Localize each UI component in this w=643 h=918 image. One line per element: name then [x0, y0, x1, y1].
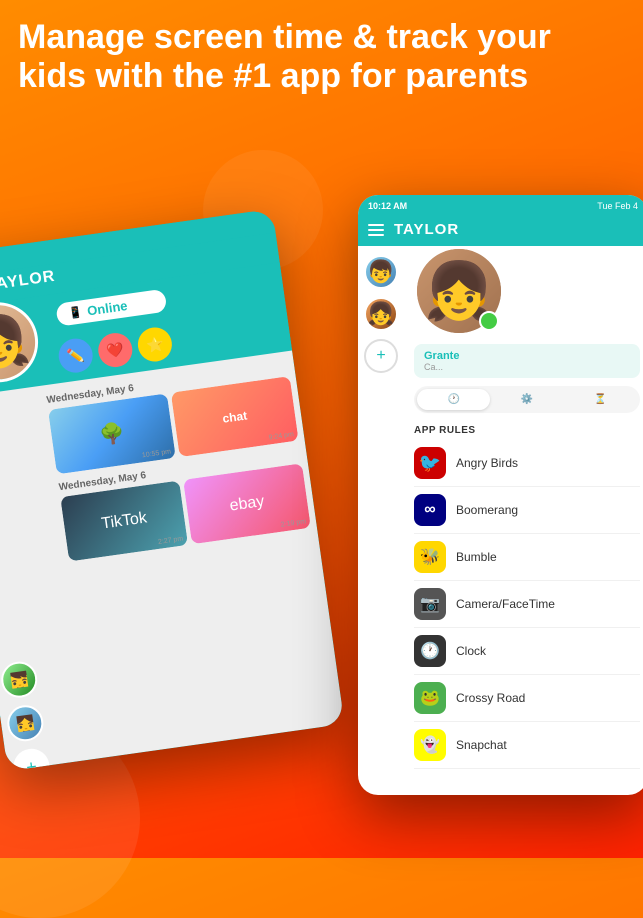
- tr-app-crossy-name: Crossy Road: [456, 691, 525, 705]
- tl-content-area: + Wednesday, May 6 🌳 10:55 pm chat 9:24 …: [0, 350, 345, 771]
- tr-app-camera-icon: 📷: [414, 588, 446, 620]
- tr-tabs: 🕐 ⚙️ ⏳: [414, 386, 640, 413]
- tr-menu-icon[interactable]: [368, 224, 384, 236]
- tr-main-content: 👧 Grante Ca... 🕐 ⚙️ ⏳ APP RULES 🐦 Angry …: [406, 246, 643, 769]
- tr-app-boomerang-name: Boomerang: [456, 503, 518, 517]
- tr-app-camera[interactable]: 📷 Camera/FaceTime: [414, 581, 640, 628]
- tl-action-buttons: ✏️ ❤️ ⭐: [56, 325, 174, 375]
- tr-app-bumble-icon: 🐝: [414, 541, 446, 573]
- tr-app-bumble[interactable]: 🐝 Bumble: [414, 534, 640, 581]
- tr-granted-sub: Ca...: [424, 362, 630, 372]
- tl-sidebar: +: [0, 659, 52, 771]
- tr-app-bumble-name: Bumble: [456, 550, 497, 564]
- tr-app-snapchat-icon: 👻: [414, 729, 446, 761]
- tablet-right: 10:12 AM Tue Feb 4 TAYLOR 👦 👧 + 👧 Grante…: [358, 195, 643, 795]
- tr-app-angry-birds-icon: 🐦: [414, 447, 446, 479]
- tr-app-snapchat[interactable]: 👻 Snapchat: [414, 722, 640, 769]
- tr-app-angry-birds[interactable]: 🐦 Angry Birds: [414, 440, 640, 487]
- tl-star-button[interactable]: ⭐: [136, 325, 174, 363]
- tl-online-text: Online: [86, 298, 128, 318]
- tr-topbar: 10:12 AM Tue Feb 4: [358, 195, 643, 217]
- tr-date: Tue Feb 4: [597, 201, 638, 211]
- tr-section-title: APP RULES: [414, 421, 640, 440]
- tl-sidebar-avatar-1[interactable]: [0, 659, 40, 700]
- tl-main-avatar: [0, 297, 43, 387]
- tr-app-list: 🐦 Angry Birds ∞ Boomerang 🐝 Bumble 📷: [414, 440, 640, 769]
- tr-granted-text: Grante: [424, 350, 630, 362]
- tr-time: 10:12 AM: [368, 201, 407, 211]
- hero-title: Manage screen time & track your kids wit…: [18, 18, 625, 96]
- tr-app-snapchat-name: Snapchat: [456, 738, 507, 752]
- tr-app-clock[interactable]: 🕐 Clock: [414, 628, 640, 675]
- tr-header: TAYLOR: [358, 217, 643, 246]
- tr-tab-apps[interactable]: ⚙️: [490, 389, 563, 410]
- tl-avatar-face: [0, 301, 40, 385]
- tl-device-icon: 📱: [68, 305, 83, 320]
- tr-sidebar-avatar-1[interactable]: 👦: [364, 255, 398, 289]
- tl-child-name: TAYLOR: [0, 268, 57, 295]
- tr-app-boomerang-icon: ∞: [414, 494, 446, 526]
- tl-edit-button[interactable]: ✏️: [56, 336, 94, 374]
- tl-heart-button[interactable]: ❤️: [96, 331, 134, 369]
- tr-app-angry-birds-name: Angry Birds: [456, 456, 518, 470]
- tr-add-child-button[interactable]: +: [364, 339, 398, 373]
- tr-app-boomerang[interactable]: ∞ Boomerang: [414, 487, 640, 534]
- tr-app-crossy-icon: 🐸: [414, 682, 446, 714]
- tr-main-avatar: 👧: [414, 246, 504, 336]
- tr-app-crossy[interactable]: 🐸 Crossy Road: [414, 675, 640, 722]
- tr-app-clock-name: Clock: [456, 644, 486, 658]
- tr-app-camera-name: Camera/FaceTime: [456, 597, 555, 611]
- tr-granted-box: Grante Ca...: [414, 344, 640, 378]
- tr-tab-timer[interactable]: ⏳: [564, 389, 637, 410]
- tr-tab-clock[interactable]: 🕐: [417, 389, 490, 410]
- tl-online-badge: 📱 Online: [55, 289, 167, 327]
- tr-app-clock-icon: 🕐: [414, 635, 446, 667]
- tr-sidebar: 👦 👧 +: [364, 255, 398, 373]
- tr-sidebar-avatar-2[interactable]: 👧: [364, 297, 398, 331]
- tl-sidebar-avatar-2[interactable]: [5, 703, 46, 744]
- tr-child-name: TAYLOR: [394, 221, 459, 238]
